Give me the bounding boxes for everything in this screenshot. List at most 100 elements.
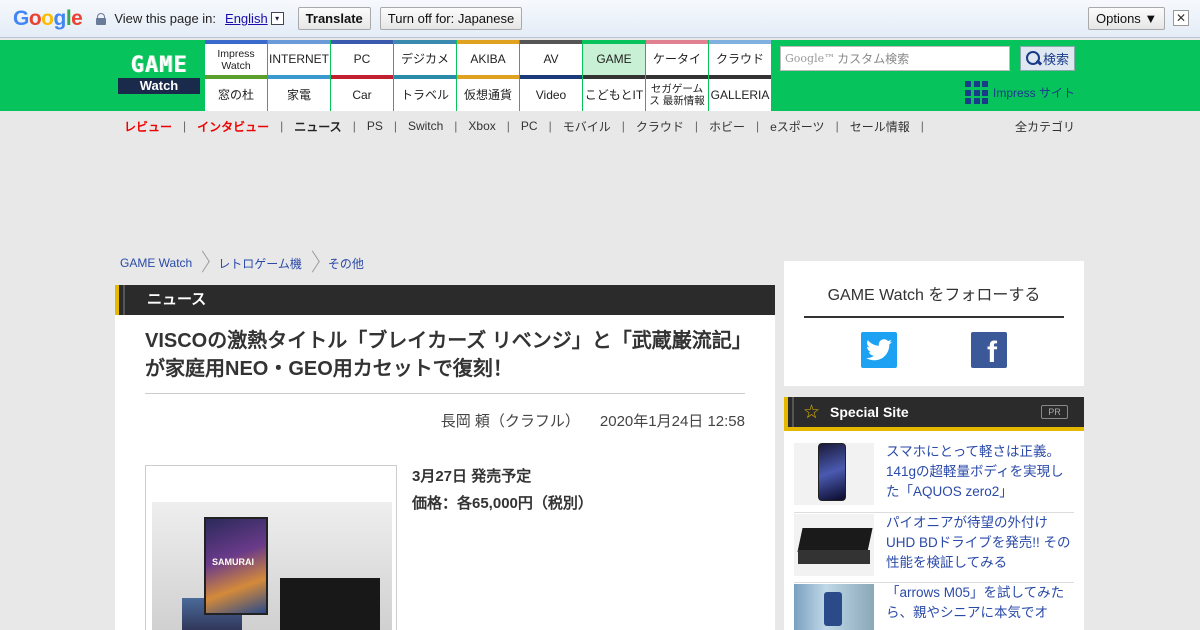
special-site-thumbnail[interactable] bbox=[794, 514, 874, 576]
article-author[interactable]: 長岡 頼（クラフル） bbox=[441, 413, 580, 430]
subnav-separator: | bbox=[454, 119, 458, 133]
subnav-separator: | bbox=[506, 119, 510, 133]
nav-bottom-item[interactable]: トラベル bbox=[394, 75, 456, 111]
subnav-separator: | bbox=[621, 119, 625, 133]
subnav-item[interactable]: PS bbox=[361, 119, 389, 133]
nav-top-item[interactable]: クラウド bbox=[709, 40, 771, 75]
nav-top-item[interactable]: AV bbox=[520, 40, 582, 75]
subnav-item[interactable]: Xbox bbox=[462, 119, 501, 133]
nav-top-item[interactable]: PC bbox=[331, 40, 393, 75]
subnav-item[interactable]: クラウド bbox=[630, 118, 690, 135]
translate-button[interactable]: Translate bbox=[297, 7, 371, 30]
breadcrumb-link[interactable]: レトロゲーム機 bbox=[218, 255, 302, 272]
twitter-icon[interactable] bbox=[861, 332, 897, 368]
lock-icon bbox=[96, 12, 107, 25]
impress-site-label: Impress サイト bbox=[993, 86, 1076, 100]
subnav-item[interactable]: Switch bbox=[402, 119, 449, 133]
subnav-item[interactable]: セール情報 bbox=[844, 118, 916, 135]
subnav-item[interactable]: レビュー bbox=[118, 118, 178, 135]
turn-off-button[interactable]: Turn off for: Japanese bbox=[379, 7, 523, 30]
subnav-item[interactable]: インタビュー bbox=[191, 118, 275, 135]
section-header: ニュース bbox=[115, 285, 775, 315]
article-byline: 長岡 頼（クラフル） 2020年1月24日 12:58 bbox=[441, 410, 745, 431]
search-button-label: 検索 bbox=[1042, 52, 1069, 67]
nav-bottom-item[interactable]: GALLERIA bbox=[709, 75, 771, 111]
nav-bottom-item[interactable]: こどもとIT bbox=[583, 75, 645, 111]
nav-bottom-item[interactable]: Video bbox=[520, 75, 582, 111]
search-icon bbox=[1025, 51, 1041, 66]
search-placeholder: カスタム検索 bbox=[837, 52, 910, 66]
special-site-link[interactable]: 「arrows M05」を試してみたら、親やシニアに本気でオ bbox=[886, 583, 1074, 630]
subnav-item[interactable]: eスポーツ bbox=[764, 118, 830, 135]
google-mark: Google™ bbox=[785, 52, 836, 65]
special-site-title: Special Site bbox=[830, 404, 909, 420]
nav-top-item[interactable]: AKIBA bbox=[457, 40, 519, 75]
special-site-link[interactable]: パイオニアが待望の外付けUHD BDドライブを発売!! その性能を検証してみる bbox=[886, 513, 1074, 582]
google-logo: Google bbox=[13, 6, 83, 30]
close-icon[interactable]: ✕ bbox=[1173, 10, 1189, 26]
release-date: 3月27日 発売予定 bbox=[412, 468, 532, 485]
special-site-box: ☆ Special Site PR スマホにとって軽さは正義。141gの超軽量ボ… bbox=[784, 397, 1084, 630]
subnav-separator: | bbox=[352, 119, 356, 133]
special-site-list: スマホにとって軽さは正義。141gの超軽量ボディを実現した「AQUOS zero… bbox=[794, 443, 1074, 630]
category-subnav: レビュー | インタビュー | ニュース | PS | Switch | Xbox | PC | モバイル |… bbox=[118, 117, 1078, 135]
subnav-item[interactable]: PC bbox=[515, 119, 544, 133]
follow-box: GAME Watch をフォローする f bbox=[784, 261, 1084, 386]
special-site-link[interactable]: スマホにとって軽さは正義。141gの超軽量ボディを実現した「AQUOS zero… bbox=[886, 442, 1074, 512]
nav-bottom-item[interactable]: 仮想通貨 bbox=[457, 75, 519, 111]
site-nav-grid: Impress Watch INTERNET PC デジカメ AKIBA AV GAME ケー… bbox=[205, 40, 771, 111]
special-site-item[interactable]: スマホにとって軽さは正義。141gの超軽量ボディを実現した「AQUOS zero… bbox=[794, 443, 1074, 513]
breadcrumb: GAME Watch レトロゲーム機 その他 bbox=[120, 252, 364, 274]
nav-top-item[interactable]: デジカメ bbox=[394, 40, 456, 75]
special-site-thumbnail[interactable] bbox=[794, 584, 874, 630]
special-site-item[interactable]: 「arrows M05」を試してみたら、親やシニアに本気でオ bbox=[794, 583, 1074, 630]
breadcrumb-link[interactable]: GAME Watch bbox=[120, 256, 192, 270]
follow-heading: GAME Watch をフォローする bbox=[804, 281, 1064, 318]
subnav-separator: | bbox=[920, 119, 924, 133]
search-input[interactable]: Google™ カスタム検索 bbox=[780, 46, 1010, 71]
subnav-separator: | bbox=[756, 119, 760, 133]
nav-bottom-item[interactable]: セガゲームス 最新情報 bbox=[646, 75, 708, 111]
nav-top-item[interactable]: INTERNET bbox=[268, 40, 330, 75]
nav-bottom-item[interactable]: 家電 bbox=[268, 75, 330, 111]
release-info: 3月27日 発売予定 価格：各65,000円（税別） bbox=[412, 463, 593, 517]
search-button[interactable]: 検索 bbox=[1020, 46, 1075, 71]
grid-menu-icon bbox=[965, 81, 988, 104]
site-header: GAME Watch Impress Watch INTERNET PC デジカメ AK… bbox=[0, 40, 1200, 111]
product-photo[interactable]: SAMURAI bbox=[145, 465, 397, 630]
options-button[interactable]: Options ▼ bbox=[1088, 7, 1166, 30]
article-date: 2020年1月24日 12:58 bbox=[599, 413, 745, 430]
translate-bar: Google View this page in: English ▾ Tran… bbox=[0, 0, 1200, 38]
facebook-icon[interactable]: f bbox=[971, 332, 1007, 369]
pr-badge: PR bbox=[1041, 405, 1068, 419]
logo-game-text: GAME bbox=[130, 53, 188, 78]
price: 価格：各65,000円（税別） bbox=[412, 495, 593, 512]
subnav-item[interactable]: モバイル bbox=[557, 118, 617, 135]
language-select[interactable]: English bbox=[225, 11, 268, 26]
nav-bottom-item[interactable]: Car bbox=[331, 75, 393, 111]
subnav-separator: | bbox=[835, 119, 839, 133]
special-site-header: ☆ Special Site PR bbox=[784, 397, 1084, 431]
impress-site-link[interactable]: Impress サイト bbox=[965, 81, 1075, 104]
nav-top-item[interactable]: Impress Watch bbox=[205, 40, 267, 75]
nav-bottom-item[interactable]: 窓の杜 bbox=[205, 75, 267, 111]
section-title: ニュース bbox=[123, 285, 206, 315]
all-categories-link[interactable]: 全カテゴリ bbox=[1015, 118, 1075, 135]
game-watch-logo[interactable]: GAME Watch bbox=[118, 54, 200, 96]
star-icon: ☆ bbox=[803, 401, 821, 423]
subnav-item[interactable]: ホビー bbox=[703, 118, 751, 135]
title-divider bbox=[145, 393, 745, 394]
subnav-separator: | bbox=[183, 119, 187, 133]
breadcrumb-link[interactable]: その他 bbox=[328, 255, 364, 272]
nav-top-item[interactable]: GAME bbox=[583, 40, 645, 75]
nav-top-item[interactable]: ケータイ bbox=[646, 40, 708, 75]
subnav-separator: | bbox=[694, 119, 698, 133]
special-site-item[interactable]: パイオニアが待望の外付けUHD BDドライブを発売!! その性能を検証してみる bbox=[794, 513, 1074, 583]
subnav-separator: | bbox=[548, 119, 552, 133]
view-page-label: View this page in: bbox=[114, 11, 217, 26]
chevron-down-icon[interactable]: ▾ bbox=[270, 12, 284, 25]
article-title: VISCOの激熱タイトル「ブレイカーズ リベンジ」と「武蔵巌流記」が家庭用NEO… bbox=[145, 330, 742, 380]
product-photo-image: SAMURAI bbox=[152, 502, 392, 630]
special-site-thumbnail[interactable] bbox=[794, 443, 874, 505]
subnav-item[interactable]: ニュース bbox=[288, 118, 347, 135]
